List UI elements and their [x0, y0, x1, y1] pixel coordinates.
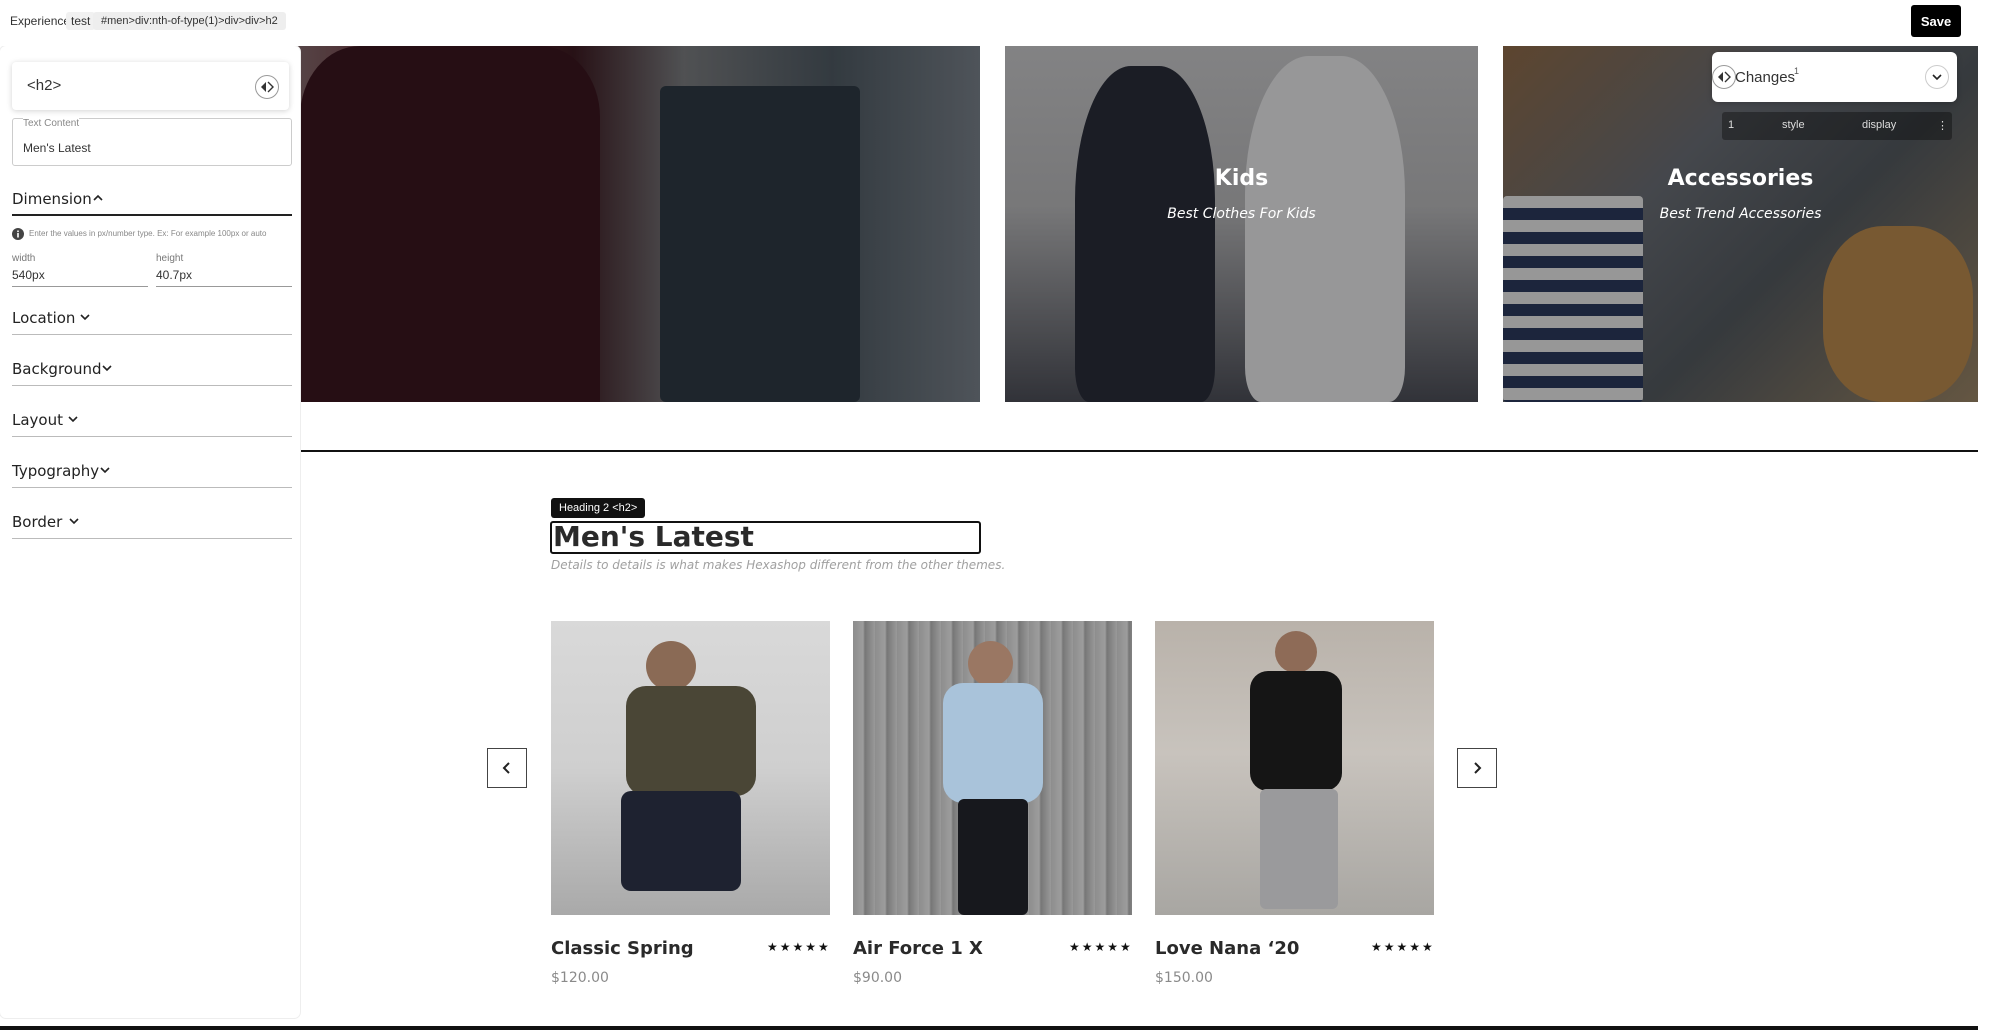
carousel-prev-button[interactable]: [487, 748, 527, 788]
chevron-down-icon: [68, 416, 78, 423]
change-row[interactable]: 1 style display ⋮: [1722, 112, 1952, 140]
black-sweater: [1250, 671, 1342, 791]
banner-title: Kids: [1214, 166, 1269, 191]
product-name[interactable]: Air Force 1 X: [853, 938, 983, 959]
text-content-label: Text Content: [23, 118, 80, 129]
width-label: width: [12, 253, 36, 264]
section-background[interactable]: Background: [12, 356, 292, 386]
section-label: Layout: [12, 411, 63, 429]
changes-panel: Changes 1 1 style display ⋮: [1712, 52, 1957, 150]
experience-label: Experience: [10, 14, 71, 28]
changes-expand-button[interactable]: [1925, 65, 1949, 89]
scrollbar[interactable]: [1978, 46, 2000, 1030]
banner-overlay: [1005, 46, 1478, 402]
code-toggle-icon: [261, 81, 274, 93]
more-icon[interactable]: ⋮: [1937, 119, 1948, 132]
camo-jacket: [626, 686, 756, 796]
change-index: 1: [1728, 119, 1735, 131]
changes-header[interactable]: Changes 1: [1712, 52, 1957, 102]
panel-toggle-button[interactable]: [255, 75, 279, 99]
star-rating: ★★★★★: [767, 940, 831, 954]
banner-subtitle: Best Clothes For Kids: [1167, 206, 1316, 222]
chevron-down-icon: [69, 518, 79, 525]
save-button[interactable]: Save: [1911, 5, 1961, 37]
section-heading[interactable]: Men's Latest: [550, 521, 981, 554]
changes-title: Changes: [1735, 69, 1796, 86]
section-label: Dimension: [12, 190, 92, 208]
change-type: style: [1782, 119, 1805, 131]
product-price: $90.00: [853, 970, 902, 986]
product-name[interactable]: Love Nana ‘20: [1155, 938, 1299, 959]
element-tag: <h2>: [27, 77, 62, 94]
star-rating: ★★★★★: [1069, 940, 1133, 954]
section-layout[interactable]: Layout: [12, 407, 292, 437]
info-icon: [12, 228, 24, 240]
model-legs: [1260, 789, 1338, 909]
banner-overlay: [240, 46, 980, 402]
product-name[interactable]: Classic Spring: [551, 938, 694, 959]
model-head: [968, 641, 1013, 686]
changes-toggle-button[interactable]: [1712, 65, 1736, 89]
section-subheading: Details to details is what makes Hexasho…: [551, 558, 1006, 572]
model-legs: [621, 791, 741, 891]
chevron-down-icon: [1932, 74, 1942, 81]
chevron-down-icon: [102, 365, 112, 372]
change-property: display: [1862, 119, 1897, 131]
section-label: Background: [12, 360, 102, 378]
model-head: [1275, 631, 1317, 673]
code-toggle-icon: [1718, 71, 1731, 83]
product-image[interactable]: [1155, 621, 1434, 915]
product-image[interactable]: [551, 621, 830, 915]
banner-kids[interactable]: Kids Best Clothes For Kids: [1005, 46, 1478, 402]
chevron-down-icon: [80, 314, 90, 321]
banner-subtitle: Best Trend Accessories: [1659, 206, 1822, 222]
denim-jacket: [943, 683, 1043, 803]
banner-women[interactable]: [240, 46, 980, 402]
section-dimension[interactable]: Dimension: [12, 186, 292, 216]
editor-topbar: Experience test #men>div:nth-of-type(1)>…: [0, 0, 2000, 46]
width-input[interactable]: [12, 264, 148, 287]
section-label: Typography: [12, 462, 100, 480]
product-price: $150.00: [1155, 970, 1213, 986]
width-field[interactable]: width: [12, 253, 148, 287]
text-content-input[interactable]: [23, 141, 273, 155]
dimension-hint: Enter the values in px/number type. Ex: …: [29, 229, 267, 238]
banner-title: Accessories: [1667, 166, 1814, 191]
section-border[interactable]: Border: [12, 509, 292, 539]
section-label: Border: [12, 513, 63, 531]
carousel-next-button[interactable]: [1457, 748, 1497, 788]
star-rating: ★★★★★: [1371, 940, 1435, 954]
chevron-down-icon: [100, 467, 110, 474]
selector-path: #men>div:nth-of-type(1)>div>div>h2: [93, 12, 286, 30]
chevron-right-icon: [1474, 762, 1482, 774]
height-label: height: [156, 253, 184, 264]
page-bottom-edge: [0, 1026, 1978, 1030]
panel-header: <h2>: [12, 62, 289, 110]
text-content-field[interactable]: Text Content: [12, 118, 292, 166]
product-image[interactable]: [853, 621, 1132, 915]
height-field[interactable]: height: [156, 253, 292, 287]
chevron-left-icon: [502, 762, 510, 774]
section-label: Location: [12, 309, 76, 327]
style-editor-panel: <h2> Text Content Dimension Enter the va…: [0, 46, 300, 1018]
section-typography[interactable]: Typography: [12, 458, 292, 488]
height-input[interactable]: [156, 264, 292, 287]
product-price: $120.00: [551, 970, 609, 986]
section-location[interactable]: Location: [12, 305, 292, 335]
element-tag-label: Heading 2 <h2>: [551, 498, 646, 518]
model-head: [646, 641, 696, 691]
chevron-up-icon: [93, 194, 103, 201]
model-legs: [958, 799, 1028, 915]
experience-name[interactable]: test: [66, 12, 96, 30]
changes-count-badge: 1: [1794, 66, 1800, 76]
